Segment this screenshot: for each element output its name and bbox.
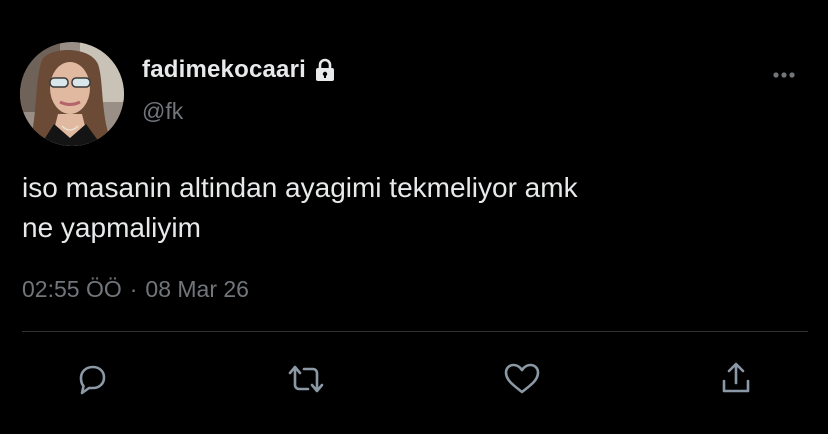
user-handle[interactable]: @fk — [142, 98, 338, 125]
display-name-row: fadimekocaari — [142, 54, 338, 86]
meta-separator: · — [129, 276, 138, 302]
tweet-timestamp: 02:55 ÖÖ · 08 Mar 26 — [22, 276, 249, 303]
share-button[interactable] — [714, 357, 758, 401]
action-bar — [0, 357, 828, 401]
avatar-image — [20, 42, 124, 146]
heart-icon — [504, 363, 540, 394]
retweet-icon — [288, 365, 324, 393]
lock-icon — [312, 57, 338, 83]
user-info: fadimekocaari @fk — [142, 54, 338, 125]
tweet-time: 02:55 ÖÖ — [22, 276, 122, 302]
like-button[interactable] — [500, 357, 544, 401]
reply-button[interactable] — [69, 357, 113, 401]
display-name[interactable]: fadimekocaari — [142, 56, 306, 84]
divider — [22, 331, 808, 332]
retweet-button[interactable] — [284, 357, 328, 401]
more-horizontal-icon[interactable] — [766, 62, 802, 88]
reply-icon — [79, 365, 106, 395]
tweet-detail: fadimekocaari @fk iso masanin altindan a… — [0, 0, 828, 434]
share-icon — [722, 362, 750, 393]
avatar[interactable] — [20, 42, 124, 146]
tweet-text: iso masanin altindan ayagimi tekmeliyor … — [22, 172, 578, 243]
tweet-date: 08 Mar 26 — [145, 276, 249, 302]
